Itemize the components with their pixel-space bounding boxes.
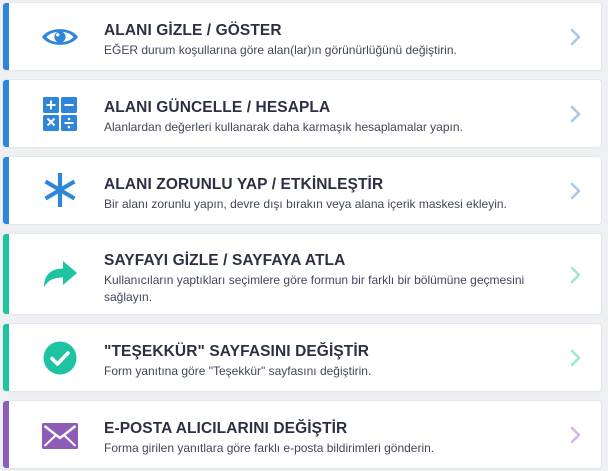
check-circle-icon — [41, 339, 79, 377]
chevron-right-icon — [570, 349, 581, 367]
card-title: ALANI GİZLE / GÖSTER — [104, 22, 282, 39]
accent-bar — [3, 234, 9, 314]
envelope-icon — [41, 417, 79, 455]
chevron-right-icon — [570, 266, 581, 284]
card-title: ALANI GÜNCELLE / HESAPLA — [104, 99, 331, 116]
card-description: Kullanıcıların yaptıkları seçimlere göre… — [104, 273, 525, 304]
accent-bar — [3, 3, 9, 70]
chevron-right-icon — [570, 28, 581, 46]
chevron-right-icon — [570, 105, 581, 123]
condition-card-require-enable-field[interactable]: ALANI ZORUNLU YAP / ETKİNLEŞTİR Bir alan… — [3, 157, 601, 224]
condition-card-skip-hide-page[interactable]: SAYFAYI GİZLE / SAYFAYA ATLA Kullanıcıla… — [3, 234, 601, 314]
card-title: SAYFAYI GİZLE / SAYFAYA ATLA — [104, 252, 346, 269]
card-title: ALANI ZORUNLU YAP / ETKİNLEŞTİR — [104, 176, 384, 193]
chevron-right-icon — [570, 426, 581, 444]
calculator-icon — [41, 95, 79, 133]
condition-card-change-email-recipients[interactable]: E-POSTA ALICILARINI DEĞİŞTİR Forma giril… — [3, 401, 601, 468]
accent-bar — [3, 157, 9, 224]
condition-card-change-thank-you-page[interactable]: "TEŞEKKÜR" SAYFASINI DEĞİŞTİR Form yanıt… — [3, 324, 601, 391]
accent-bar — [3, 324, 9, 391]
chevron-right-icon — [570, 182, 581, 200]
eye-icon — [41, 18, 79, 56]
card-title: E-POSTA ALICILARINI DEĞİŞTİR — [104, 420, 348, 437]
card-description: Forma girilen yanıtlara göre farklı e-po… — [104, 441, 435, 455]
condition-card-show-hide-field[interactable]: ALANI GİZLE / GÖSTER EĞER durum koşullar… — [3, 3, 601, 70]
card-description: Form yanıtına göre "Teşekkür" sayfasını … — [104, 364, 372, 378]
card-description: Alanlardan değerleri kullanarak daha kar… — [104, 120, 463, 134]
accent-bar — [3, 401, 9, 468]
condition-card-update-calculate-field[interactable]: ALANI GÜNCELLE / HESAPLA Alanlardan değe… — [3, 80, 601, 147]
card-description: EĞER durum koşullarına göre alan(lar)ın … — [104, 43, 457, 57]
forward-arrow-icon — [41, 255, 79, 293]
card-description: Bir alanı zorunlu yapın, devre dışı bıra… — [104, 197, 507, 211]
accent-bar — [3, 80, 9, 147]
card-title: "TEŞEKKÜR" SAYFASINI DEĞİŞTİR — [104, 343, 370, 360]
asterisk-icon — [41, 171, 79, 209]
condition-type-list: ALANI GİZLE / GÖSTER EĞER durum koşullar… — [0, 0, 608, 471]
